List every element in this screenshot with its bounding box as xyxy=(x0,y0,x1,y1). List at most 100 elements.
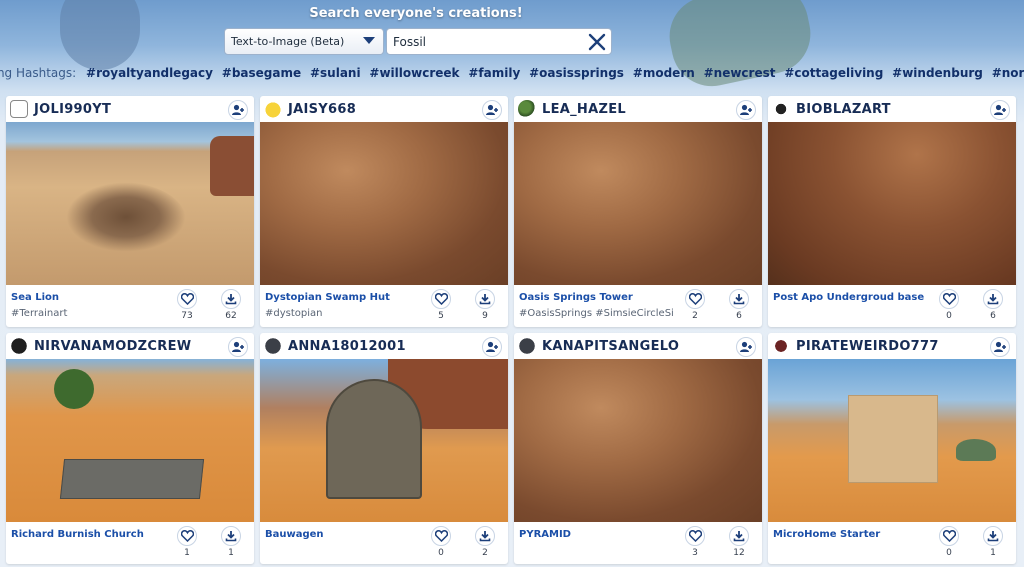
creation-card[interactable]: ANNA18012001 Bauwagen 0 2 xyxy=(260,333,508,564)
creation-card[interactable]: JOLI990YT Sea Lion #Terrainart 73 62 xyxy=(6,96,254,327)
creation-title[interactable]: Bauwagen xyxy=(265,529,324,540)
plant-icon[interactable] xyxy=(518,100,536,118)
creator-username[interactable]: BIOBLAZART xyxy=(796,102,891,117)
creation-card[interactable]: PIRATEWEIRDO777 MicroHome Starter 0 1 xyxy=(768,333,1016,564)
card-header: JAISY668 xyxy=(260,96,508,122)
heart-icon xyxy=(688,293,702,305)
heart-icon xyxy=(434,530,448,542)
download-button[interactable] xyxy=(475,526,495,546)
hashtag-link[interactable]: #oasissprings xyxy=(529,66,624,80)
creation-title[interactable]: MicroHome Starter xyxy=(773,529,880,540)
creation-title[interactable]: Sea Lion xyxy=(11,292,59,303)
hashtag-link[interactable]: #basegame xyxy=(222,66,301,80)
like-stat: 1 xyxy=(174,526,200,558)
cartoon-logo-icon[interactable] xyxy=(10,100,28,118)
card-footer: Post Apo Undergroud base 0 6 xyxy=(768,285,1016,327)
download-button[interactable] xyxy=(983,289,1003,309)
creation-thumbnail[interactable] xyxy=(514,359,762,522)
creation-card[interactable]: LEA_HAZEL Oasis Springs Tower #OasisSpri… xyxy=(514,96,762,327)
search-input[interactable] xyxy=(387,29,577,54)
download-icon xyxy=(733,531,745,542)
like-button[interactable] xyxy=(685,289,705,309)
follow-button[interactable] xyxy=(228,100,248,120)
follow-button[interactable] xyxy=(736,337,756,357)
stone-slab xyxy=(59,459,205,499)
hashtag-link[interactable]: #sulani xyxy=(310,66,361,80)
download-button[interactable] xyxy=(475,289,495,309)
creation-thumbnail[interactable] xyxy=(768,359,1016,522)
follow-button[interactable] xyxy=(482,337,502,357)
hashtag-link[interactable]: #willowcreek xyxy=(369,66,459,80)
creation-title[interactable]: Richard Burnish Church xyxy=(11,529,144,540)
download-button[interactable] xyxy=(729,289,749,309)
card-footer: Oasis Springs Tower #OasisSprings #Simsi… xyxy=(514,285,762,327)
creator-username[interactable]: NIRVANAMODZCREW xyxy=(34,339,191,354)
search-type-dropdown[interactable]: Text-to-Image (Beta) xyxy=(224,28,384,55)
creation-title[interactable]: PYRAMID xyxy=(519,529,571,540)
creation-card[interactable]: NIRVANAMODZCREW Richard Burnish Church 1… xyxy=(6,333,254,564)
creator-username[interactable]: KANAPITSANGELO xyxy=(542,339,679,354)
creation-title[interactable]: Post Apo Undergroud base xyxy=(773,292,924,303)
creation-thumbnail[interactable] xyxy=(260,122,508,285)
follow-button[interactable] xyxy=(228,337,248,357)
creator-username[interactable]: LEA_HAZEL xyxy=(542,102,626,117)
chick-icon[interactable] xyxy=(264,100,282,118)
creation-thumbnail[interactable] xyxy=(6,122,254,285)
hashtag-link[interactable]: #royaltyandlegacy xyxy=(86,66,213,80)
hashtag-link[interactable]: #newcrest xyxy=(704,66,776,80)
card-footer: Richard Burnish Church 1 1 xyxy=(6,522,254,564)
creator-username[interactable]: ANNA18012001 xyxy=(288,339,406,354)
hashtag-link[interactable]: #family xyxy=(468,66,520,80)
download-button[interactable] xyxy=(983,526,1003,546)
creation-card[interactable]: BIOBLAZART Post Apo Undergroud base 0 6 xyxy=(768,96,1016,327)
creation-card[interactable]: KANAPITSANGELO PYRAMID 3 12 xyxy=(514,333,762,564)
follow-button[interactable] xyxy=(736,100,756,120)
default-avatar-icon[interactable] xyxy=(518,337,536,355)
heart-icon xyxy=(942,293,956,305)
follow-button[interactable] xyxy=(990,337,1010,357)
like-stat: 0 xyxy=(936,289,962,321)
creation-title[interactable]: Dystopian Swamp Hut xyxy=(265,292,390,303)
hashtag-link[interactable]: #cottageliving xyxy=(784,66,883,80)
like-button[interactable] xyxy=(177,526,197,546)
like-button[interactable] xyxy=(685,526,705,546)
hashtag-link[interactable]: #modern xyxy=(633,66,695,80)
default-avatar-icon[interactable] xyxy=(264,337,282,355)
pirate-flag-icon[interactable] xyxy=(772,337,790,355)
creation-thumbnail[interactable] xyxy=(260,359,508,522)
creator-username[interactable]: JOLI990YT xyxy=(34,102,111,117)
smiley-icon[interactable] xyxy=(10,337,28,355)
add-friend-icon xyxy=(486,104,498,115)
creation-title[interactable]: Oasis Springs Tower xyxy=(519,292,633,303)
panda-icon[interactable] xyxy=(772,100,790,118)
download-stat: 9 xyxy=(472,289,498,321)
heart-icon xyxy=(434,293,448,305)
like-button[interactable] xyxy=(939,289,959,309)
creator-username[interactable]: PIRATEWEIRDO777 xyxy=(796,339,939,354)
creation-thumbnail[interactable] xyxy=(768,122,1016,285)
creator-username[interactable]: JAISY668 xyxy=(288,102,356,117)
fossil-drawing xyxy=(66,182,186,252)
hashtag-link[interactable]: #nordhaven xyxy=(992,66,1024,80)
like-count: 0 xyxy=(946,548,952,558)
creation-card[interactable]: JAISY668 Dystopian Swamp Hut #dystopian xyxy=(260,96,508,327)
download-stat: 6 xyxy=(726,289,752,321)
like-button[interactable] xyxy=(431,289,451,309)
download-button[interactable] xyxy=(221,526,241,546)
hashtag-link[interactable]: #windenburg xyxy=(892,66,983,80)
follow-button[interactable] xyxy=(990,100,1010,120)
download-count: 6 xyxy=(990,311,996,321)
creation-thumbnail[interactable] xyxy=(514,122,762,285)
like-button[interactable] xyxy=(177,289,197,309)
creation-thumbnail[interactable] xyxy=(6,359,254,522)
download-stat: 2 xyxy=(472,526,498,558)
like-button[interactable] xyxy=(431,526,451,546)
creation-hashtags: #OasisSprings #SimsieCircleSi xyxy=(519,308,674,319)
like-count: 3 xyxy=(692,548,698,558)
close-icon[interactable] xyxy=(587,32,607,52)
trending-hashtags: ding Hashtags: #royaltyandlegacy #basega… xyxy=(0,66,1024,80)
like-button[interactable] xyxy=(939,526,959,546)
download-button[interactable] xyxy=(729,526,749,546)
follow-button[interactable] xyxy=(482,100,502,120)
download-button[interactable] xyxy=(221,289,241,309)
